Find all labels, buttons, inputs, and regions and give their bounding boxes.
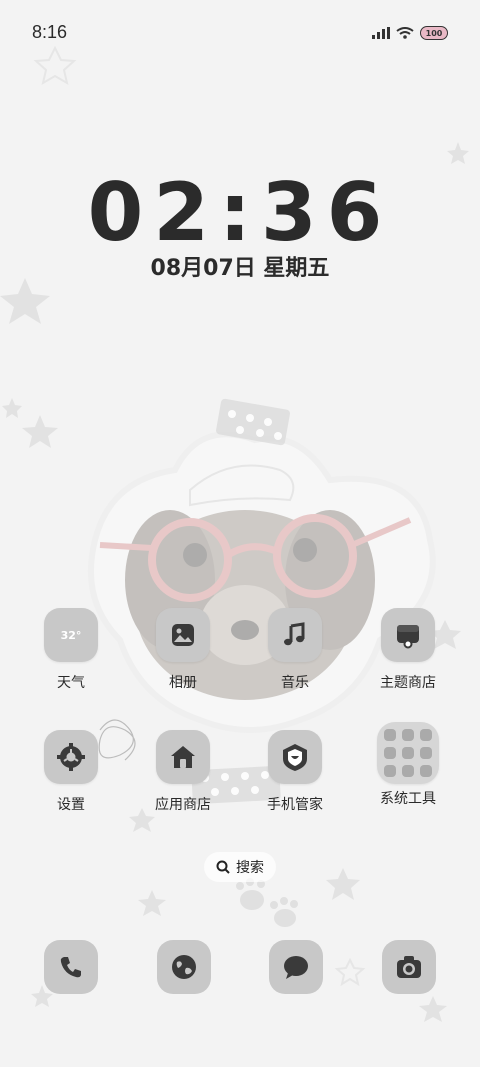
star-decoration — [447, 142, 469, 164]
app-gallery[interactable]: 相册 — [128, 608, 238, 692]
app-music[interactable]: 音乐 — [240, 608, 350, 692]
search-icon — [216, 860, 230, 874]
phone-icon — [60, 957, 81, 978]
star-decoration — [22, 415, 58, 448]
star-decoration — [419, 996, 447, 1022]
signal-icon — [372, 27, 390, 39]
search-button[interactable]: 搜索 — [204, 852, 276, 882]
weather-icon: 32° — [44, 608, 98, 662]
star-outline-decoration — [334, 957, 366, 987]
app-store[interactable]: 应用商店 — [128, 730, 238, 814]
browser-icon — [172, 955, 196, 979]
search-label: 搜索 — [236, 860, 264, 876]
folder-system-tools[interactable]: 系统工具 — [353, 722, 463, 808]
wallpaper — [0, 0, 480, 1067]
dock-camera[interactable] — [382, 940, 436, 994]
star-decoration — [2, 398, 22, 418]
paw-print-decoration — [236, 878, 298, 927]
system-tools-folder-icon — [377, 722, 439, 784]
dock-browser[interactable] — [157, 940, 211, 994]
status-bar: 8:16 100 — [0, 0, 480, 68]
battery-icon: 100 — [420, 26, 448, 40]
app-label: 应用商店 — [155, 797, 211, 813]
app-label: 主题商店 — [380, 675, 436, 691]
settings-icon — [44, 730, 98, 784]
app-weather[interactable]: 32° 天气 — [16, 608, 126, 692]
status-icons: 100 — [372, 26, 448, 40]
app-phone-manager[interactable]: 手机管家 — [240, 730, 350, 814]
app-label: 天气 — [57, 675, 85, 691]
star-decoration — [138, 890, 166, 916]
gallery-icon — [156, 608, 210, 662]
status-time: 8:16 — [32, 22, 68, 42]
star-decoration — [0, 278, 50, 324]
app-label: 设置 — [57, 797, 85, 813]
dock-messages[interactable] — [269, 940, 323, 994]
app-label: 手机管家 — [267, 797, 323, 813]
phone-manager-icon — [268, 730, 322, 784]
camera-icon — [397, 956, 421, 978]
app-store-icon — [156, 730, 210, 784]
app-label: 音乐 — [281, 675, 309, 691]
messages-icon — [284, 956, 308, 979]
home-clock[interactable]: 02:36 — [0, 166, 480, 259]
weather-temp: 32° — [60, 628, 82, 642]
app-settings[interactable]: 设置 — [16, 730, 126, 814]
star-decoration — [326, 868, 360, 900]
wallpaper-art — [0, 45, 469, 1022]
dock-phone[interactable] — [44, 940, 98, 994]
app-theme-store[interactable]: 主题商店 — [353, 608, 463, 692]
app-label: 系统工具 — [380, 791, 436, 807]
app-label: 相册 — [169, 675, 197, 691]
home-date: 08月07日 星期五 — [150, 256, 330, 281]
theme-store-icon — [381, 608, 435, 662]
music-icon — [268, 608, 322, 662]
wifi-icon — [396, 27, 414, 39]
